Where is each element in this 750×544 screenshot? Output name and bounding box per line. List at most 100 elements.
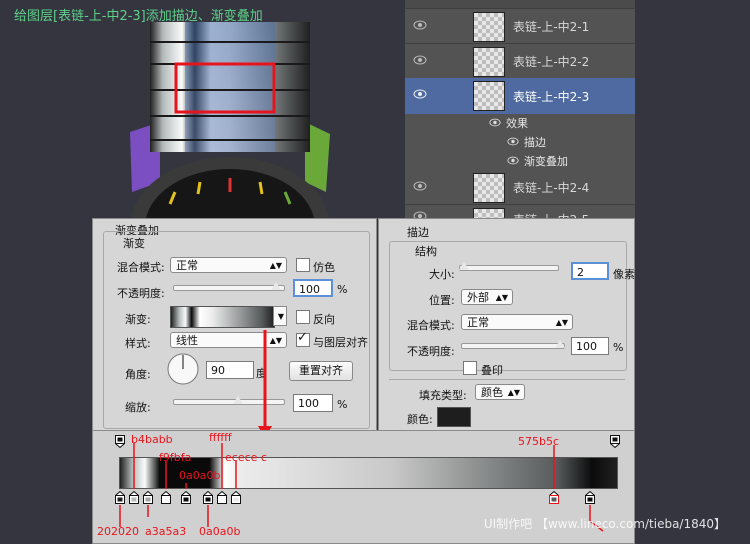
- gradient-swatch[interactable]: [170, 306, 275, 328]
- color-stop[interactable]: [129, 491, 139, 504]
- reset-align-button[interactable]: 重置对齐: [289, 361, 353, 381]
- color-stop[interactable]: [549, 491, 559, 504]
- align-checkbox[interactable]: ✓: [296, 330, 310, 347]
- effect-stroke[interactable]: 描边: [524, 134, 546, 150]
- percent-label: %: [613, 341, 624, 354]
- position-select[interactable]: 外部 ▲▼: [461, 289, 513, 305]
- layer-thumbnail: [473, 47, 505, 77]
- layer-row-selected[interactable]: 表链-上-中2-3: [405, 78, 635, 115]
- layer-name: 表链-上-中2-4: [513, 181, 590, 195]
- blend-mode-select[interactable]: 正常 ▲▼: [170, 257, 287, 273]
- stop-label: f9fbfa: [159, 451, 192, 464]
- angle-label: 角度:: [125, 368, 151, 381]
- color-label: 颜色:: [407, 413, 433, 426]
- fill-type-label: 填充类型:: [419, 389, 467, 402]
- chevron-updown-icon: ▲▼: [555, 318, 568, 327]
- color-stop[interactable]: [181, 491, 191, 504]
- percent-label: %: [337, 283, 348, 296]
- layer-thumbnail: [473, 12, 505, 42]
- size-input[interactable]: 2: [571, 262, 609, 280]
- layer-name: 表链-上-中2-2: [513, 55, 590, 69]
- annotation-arrow: [258, 330, 272, 438]
- eye-icon[interactable]: [413, 89, 427, 99]
- dither-checkbox[interactable]: [296, 258, 310, 272]
- opacity-input[interactable]: 100: [571, 337, 609, 355]
- stop-label: 575b5c: [518, 435, 560, 448]
- gradient-label: 渐变:: [125, 313, 151, 326]
- stop-label: ecece c: [225, 451, 267, 464]
- eye-icon[interactable]: [489, 118, 501, 127]
- size-label: 大小:: [429, 268, 455, 281]
- opacity-stop-right[interactable]: [610, 435, 620, 448]
- color-swatch[interactable]: [437, 407, 471, 427]
- blend-mode-select[interactable]: 正常 ▲▼: [461, 314, 573, 330]
- overprint-checkbox[interactable]: [463, 361, 477, 375]
- overprint-label: 叠印: [481, 364, 503, 377]
- color-stop[interactable]: [143, 491, 153, 504]
- effects-header: 效果: [506, 117, 528, 130]
- position-label: 位置:: [429, 294, 455, 307]
- eye-icon[interactable]: [413, 20, 427, 30]
- color-stop[interactable]: [585, 491, 595, 504]
- stop-label: a3a5a3: [145, 525, 187, 538]
- size-slider-knob[interactable]: [459, 262, 469, 270]
- layer-thumbnail: [473, 81, 505, 111]
- fill-type-select[interactable]: 颜色 ▲▼: [475, 384, 525, 400]
- chevron-updown-icon: ▲▼: [507, 388, 520, 397]
- stop-label: 0a0a0b: [199, 525, 241, 538]
- blend-mode-label: 混合模式:: [407, 319, 455, 332]
- layer-row[interactable]: 表链-上-中2-4: [405, 170, 635, 205]
- chevron-updown-icon: ▲▼: [269, 261, 282, 270]
- opacity-slider-knob[interactable]: [271, 282, 281, 290]
- effect-gradient-overlay[interactable]: 渐变叠加: [524, 153, 568, 169]
- stop-label: ffffff: [209, 431, 232, 444]
- eye-icon[interactable]: [507, 156, 519, 165]
- group-title: 结构: [413, 243, 439, 259]
- size-unit: 像素: [613, 268, 635, 281]
- gradient-dropdown[interactable]: ▼: [273, 306, 287, 326]
- reverse-label: 反向: [313, 313, 335, 326]
- opacity-slider-knob[interactable]: [555, 340, 565, 348]
- layer-row[interactable]: 表链-上-中2-1: [405, 9, 635, 44]
- opacity-input[interactable]: 100: [293, 279, 333, 297]
- eye-icon[interactable]: [507, 137, 519, 146]
- dither-label: 仿色: [313, 261, 335, 274]
- group-title: 渐变: [121, 235, 147, 251]
- eye-icon[interactable]: [413, 55, 427, 65]
- layer-row[interactable]: 表链-上-中2-2: [405, 44, 635, 79]
- opacity-slider[interactable]: [173, 285, 285, 291]
- layer-name: 表链-上-中2-1: [513, 20, 590, 34]
- scale-input[interactable]: 100: [293, 394, 333, 412]
- opacity-label: 不透明度:: [117, 287, 165, 300]
- color-stop[interactable]: [231, 491, 241, 504]
- check-icon: ✓: [297, 330, 308, 345]
- angle-input[interactable]: 90: [206, 361, 254, 379]
- color-stop[interactable]: [203, 491, 213, 504]
- style-label: 样式:: [125, 337, 151, 350]
- opacity-label: 不透明度:: [407, 345, 455, 358]
- chevron-down-icon: ▼: [277, 312, 284, 321]
- watermark: UI制作吧 【www.lineco.com/tieba/1840】: [483, 517, 726, 531]
- blend-mode-label: 混合模式:: [117, 261, 165, 274]
- watch-illustration: [130, 22, 330, 222]
- eye-icon[interactable]: [413, 181, 427, 191]
- percent-label: %: [337, 398, 348, 411]
- color-stop[interactable]: [161, 491, 171, 504]
- reverse-checkbox[interactable]: [296, 310, 310, 324]
- angle-dial[interactable]: [166, 352, 200, 386]
- layer-row[interactable]: 表链-上-中2-5: [405, 205, 635, 219]
- effects-list: 效果 描边 渐变叠加: [405, 114, 635, 170]
- layer-name: 表链-上-中2-3: [513, 90, 590, 104]
- chevron-updown-icon: ▲▼: [495, 293, 508, 302]
- color-stop[interactable]: [115, 491, 125, 504]
- color-stop[interactable]: [217, 491, 227, 504]
- size-slider[interactable]: [459, 265, 559, 271]
- stop-label: 0a0a0b: [179, 469, 221, 482]
- panel-title: 描边: [407, 226, 429, 239]
- scale-label: 缩放:: [125, 401, 151, 414]
- layers-panel: 表链-上-中2-1 表链-上-中2-2 表链-上-中2-3 效果 描边 渐变叠加…: [405, 0, 635, 219]
- scale-slider-knob[interactable]: [233, 396, 243, 404]
- layer-thumbnail: [473, 173, 505, 203]
- opacity-stop-left[interactable]: [115, 435, 125, 448]
- opacity-slider[interactable]: [461, 343, 565, 349]
